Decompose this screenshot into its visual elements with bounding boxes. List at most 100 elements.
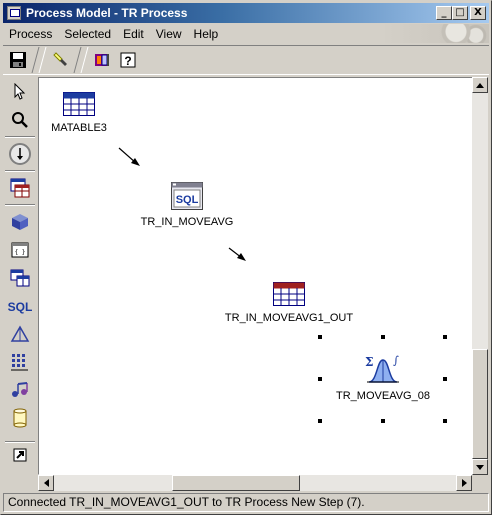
close-button[interactable]: X bbox=[470, 6, 486, 20]
app-icon bbox=[7, 6, 21, 20]
triangle-tool[interactable] bbox=[6, 321, 34, 347]
selection-handle[interactable] bbox=[381, 419, 385, 423]
save-button[interactable] bbox=[7, 49, 29, 71]
cube-tool[interactable] bbox=[6, 209, 34, 235]
node-label: TR_IN_MOVEAVG bbox=[140, 216, 234, 228]
book-button[interactable] bbox=[91, 49, 113, 71]
sql-icon: SQL bbox=[8, 300, 32, 314]
title-bar[interactable]: Process Model - TR Process _ □ X bbox=[3, 3, 489, 23]
node-label: TR_MOVEAVG_08 bbox=[336, 390, 430, 402]
svg-text:SQL: SQL bbox=[176, 194, 199, 206]
node-matable3[interactable]: MATABLE3 bbox=[47, 92, 111, 134]
scroll-left-button[interactable] bbox=[38, 475, 54, 491]
shortcut-arrow-icon bbox=[13, 448, 27, 462]
menu-selected[interactable]: Selected bbox=[58, 27, 117, 41]
maximize-button[interactable]: □ bbox=[452, 6, 468, 20]
grid-tool[interactable] bbox=[6, 349, 34, 375]
connector-arrow[interactable] bbox=[228, 247, 246, 261]
arrow-right-icon bbox=[461, 479, 467, 487]
svg-text:Σ: Σ bbox=[365, 355, 373, 369]
palette-separator bbox=[5, 441, 35, 443]
triangle-icon bbox=[10, 325, 30, 342]
scroll-up-button[interactable] bbox=[472, 77, 488, 93]
help-button[interactable]: ? bbox=[117, 49, 139, 71]
statistics-icon: Σ ∫ bbox=[365, 354, 399, 383]
menu-bar: Process Selected Edit View Help bbox=[3, 24, 489, 43]
selection-handle[interactable] bbox=[318, 377, 322, 381]
connector-arrows bbox=[118, 147, 246, 261]
menu-view[interactable]: View bbox=[150, 27, 188, 41]
tables-icon bbox=[10, 269, 30, 287]
shortcut-tool[interactable] bbox=[6, 446, 34, 464]
source-table-tool[interactable] bbox=[6, 175, 34, 201]
target-table-icon bbox=[273, 282, 305, 306]
menu-logo-decoration bbox=[379, 24, 489, 43]
selection-handle[interactable] bbox=[443, 419, 447, 423]
grid-icon bbox=[11, 354, 28, 371]
node-tr-in-moveavg[interactable]: SQL TR_IN_MOVEAVG bbox=[132, 182, 242, 228]
sql-tool[interactable]: SQL bbox=[6, 293, 34, 319]
node-tr-moveavg-08[interactable]: Σ ∫ TR_MOVEAVG_08 bbox=[325, 354, 441, 402]
zoom-icon bbox=[12, 112, 28, 128]
toolbar-separator bbox=[31, 47, 47, 73]
program-tool[interactable]: { } bbox=[6, 237, 34, 263]
help-icon: ? bbox=[120, 52, 136, 68]
highlighter-icon bbox=[53, 52, 67, 66]
tables-tool[interactable] bbox=[6, 265, 34, 291]
help-glyph: ? bbox=[124, 54, 131, 68]
selection-handle[interactable] bbox=[443, 335, 447, 339]
highlight-button[interactable] bbox=[49, 49, 71, 71]
save-icon bbox=[10, 52, 26, 68]
book-icon bbox=[95, 54, 109, 66]
pointer-tool[interactable] bbox=[6, 79, 34, 105]
palette-separator bbox=[5, 204, 35, 206]
palette-separator bbox=[5, 136, 35, 138]
minimize-button[interactable]: _ bbox=[436, 6, 452, 20]
scroll-down-button[interactable] bbox=[472, 459, 488, 475]
connector-arrow[interactable] bbox=[118, 147, 140, 166]
table-icon bbox=[63, 92, 95, 116]
window-title: Process Model - TR Process bbox=[26, 6, 188, 20]
arrow-left-icon bbox=[43, 479, 49, 487]
horizontal-scrollbar[interactable] bbox=[38, 475, 472, 491]
process-model-window: Process Model - TR Process _ □ X Process… bbox=[0, 0, 492, 515]
menu-process[interactable]: Process bbox=[3, 27, 58, 41]
svg-text:{ }: { } bbox=[15, 249, 26, 256]
selection-handle[interactable] bbox=[318, 419, 322, 423]
connector-icon bbox=[9, 143, 31, 165]
title-bar-buttons: _ □ X bbox=[436, 6, 486, 20]
music-tool[interactable] bbox=[6, 377, 34, 403]
connector-tool[interactable] bbox=[6, 141, 34, 167]
menu-help[interactable]: Help bbox=[188, 27, 225, 41]
selection-handle[interactable] bbox=[443, 377, 447, 381]
svg-text:∫: ∫ bbox=[393, 354, 399, 367]
vertical-scrollbar[interactable] bbox=[472, 77, 488, 475]
music-icon bbox=[12, 382, 28, 397]
sql-step-icon: SQL bbox=[171, 182, 203, 210]
node-tr-in-moveavg1-out[interactable]: TR_IN_MOVEAVG1_OUT bbox=[219, 282, 359, 324]
toolbar: ? bbox=[3, 45, 489, 75]
toolbar-separator bbox=[73, 47, 89, 73]
node-label: TR_IN_MOVEAVG1_OUT bbox=[224, 312, 354, 324]
cylinder-icon bbox=[13, 408, 27, 428]
cube-icon bbox=[12, 214, 28, 230]
selection-handle[interactable] bbox=[318, 335, 322, 339]
arrow-down-icon bbox=[476, 464, 484, 470]
tool-palette: { } SQL bbox=[3, 77, 37, 495]
node-label: MATABLE3 bbox=[51, 122, 107, 134]
scroll-right-button[interactable] bbox=[456, 475, 472, 491]
palette-separator bbox=[5, 170, 35, 172]
selection-handle[interactable] bbox=[381, 335, 385, 339]
cylinder-tool[interactable] bbox=[6, 405, 34, 431]
program-icon: { } bbox=[11, 242, 29, 258]
svg-text:SQL: SQL bbox=[8, 300, 32, 314]
process-canvas[interactable]: MATABLE3 SQL TR_IN_MOVEAVG TR_IN_MOVEAVG… bbox=[38, 77, 474, 475]
vertical-scroll-thumb[interactable] bbox=[472, 349, 488, 459]
zoom-tool[interactable] bbox=[6, 107, 34, 133]
menu-edit[interactable]: Edit bbox=[117, 27, 150, 41]
horizontal-scroll-thumb[interactable] bbox=[172, 475, 300, 491]
status-bar: Connected TR_IN_MOVEAVG1_OUT to TR Proce… bbox=[3, 493, 489, 512]
source-table-icon bbox=[10, 178, 30, 198]
pointer-icon bbox=[14, 83, 26, 100]
scrollbar-corner bbox=[472, 475, 488, 491]
